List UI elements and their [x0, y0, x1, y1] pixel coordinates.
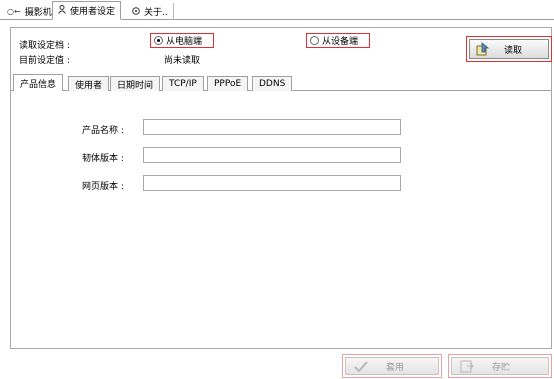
tab-datetime-label: 日期时间	[117, 80, 154, 91]
apply-button-highlight: 套用	[342, 354, 442, 378]
radio-device-label: 从设备端	[322, 37, 359, 47]
radio-pc-label: 从电脑端	[166, 37, 203, 47]
tab-about-label: 关于..	[144, 8, 168, 18]
save-button-highlight: 存贮	[448, 354, 552, 378]
tab-camera-label: 摄影机	[24, 8, 52, 18]
inner-tab-strip: 产品信息 使用者 日期时间 TCP/IP PPPoE DDNS	[11, 74, 551, 91]
radio-from-device[interactable]: 从设备端	[306, 33, 370, 48]
read-button-label: 读取	[504, 45, 523, 56]
checkmark-icon	[354, 361, 368, 372]
tab-tcpip-label: TCP/IP	[169, 79, 197, 89]
apply-button[interactable]: 套用	[345, 357, 439, 375]
read-icon	[476, 42, 490, 56]
read-settings-label: 读取设定档 :	[19, 41, 70, 51]
info-icon	[132, 6, 140, 17]
save-button[interactable]: 存贮	[451, 357, 549, 375]
current-settings-value: 尚未读取	[164, 56, 201, 66]
tab-pppoe[interactable]: PPPoE	[207, 76, 249, 91]
radio-device-indicator[interactable]	[310, 36, 319, 45]
tab-datetime[interactable]: 日期时间	[110, 76, 161, 91]
tab-tcpip[interactable]: TCP/IP	[162, 76, 204, 91]
product-name-field[interactable]	[143, 119, 401, 135]
tab-ddns[interactable]: DDNS	[252, 76, 293, 91]
top-tab-strip: ○← 摄影机 使用者设定 关于..	[0, 0, 554, 20]
firmware-version-field[interactable]	[143, 147, 401, 163]
read-button[interactable]: 读取	[469, 39, 549, 59]
radio-from-pc[interactable]: 从电脑端	[150, 33, 214, 48]
web-version-field[interactable]	[143, 175, 401, 191]
web-version-label: 网页版本 :	[82, 182, 124, 192]
apply-button-label: 套用	[386, 362, 405, 373]
user-icon	[58, 5, 66, 16]
save-button-label: 存贮	[492, 362, 511, 373]
save-icon	[460, 360, 474, 372]
firmware-version-label: 韧体版本 :	[82, 154, 124, 164]
tab-camera[interactable]: ○← 摄影机	[2, 3, 58, 20]
read-button-highlight: 读取	[466, 36, 552, 62]
radio-pc-indicator[interactable]	[154, 36, 163, 45]
current-settings-label: 目前设定值 :	[19, 56, 70, 66]
tab-users[interactable]: 使用者	[68, 76, 110, 91]
tab-product-info-label: 产品信息	[20, 79, 57, 90]
tab-users-label: 使用者	[75, 80, 103, 91]
tab-about[interactable]: 关于..	[127, 3, 174, 20]
tab-ddns-label: DDNS	[259, 79, 286, 89]
tab-product-info[interactable]: 产品信息	[13, 74, 64, 91]
tab-pppoe-label: PPPoE	[214, 79, 242, 89]
tab-user-settings-label: 使用者设定	[70, 7, 116, 17]
tab-user-settings[interactable]: 使用者设定	[52, 1, 122, 20]
camera-icon: ○←	[7, 7, 21, 16]
product-name-label: 产品名称 :	[82, 126, 124, 136]
settings-panel: 读取设定档 : 从电脑端 从设备端 目前设定值 : 尚未读取 读取 产品信息 使…	[10, 27, 552, 349]
